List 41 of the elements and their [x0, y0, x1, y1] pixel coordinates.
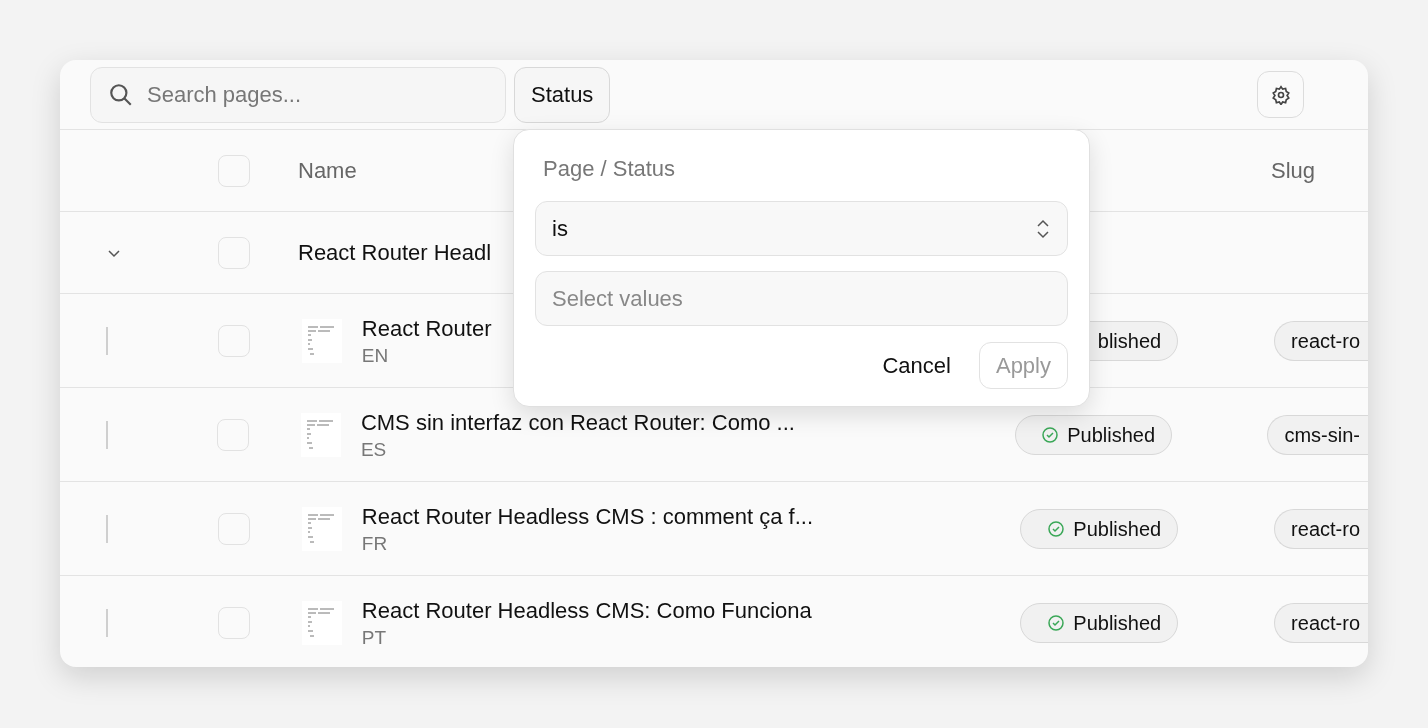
page-title[interactable]: React Router — [361, 313, 492, 344]
settings-icon — [1270, 84, 1291, 105]
slug-tag: cms-sin- — [1267, 414, 1368, 455]
search-field[interactable]: Search pages... — [90, 66, 506, 123]
tree-line — [105, 609, 108, 637]
check-circle-icon — [1047, 614, 1066, 632]
checkbox[interactable] — [217, 607, 250, 639]
checkbox[interactable] — [217, 324, 250, 357]
settings-button[interactable] — [1257, 71, 1304, 118]
language-code: EN — [361, 343, 390, 368]
slug-tag: react-ro — [1274, 320, 1368, 361]
slug-tag: react-ro — [1274, 508, 1368, 549]
status-badge: Published — [1015, 414, 1173, 455]
tree-line — [105, 514, 108, 543]
chevron-updown-icon — [1035, 217, 1051, 240]
column-header: Name — [298, 158, 357, 183]
operator-select[interactable]: is — [535, 201, 1068, 256]
checkbox[interactable] — [217, 418, 250, 451]
slug-tag: react-ro — [1274, 603, 1368, 643]
page-title[interactable]: CMS sin interfaz con React Router: Como ... — [360, 407, 795, 438]
language-code: PT — [361, 626, 388, 650]
language-code: FR — [361, 531, 389, 556]
status-filter-button[interactable]: Status — [514, 66, 611, 123]
group-title: React Router Headl — [298, 239, 492, 267]
check-circle-icon — [1041, 425, 1060, 444]
status-badge: Published — [1020, 603, 1179, 643]
column-header: Slug — [1271, 157, 1316, 185]
checkbox[interactable] — [217, 512, 250, 545]
tree-line — [105, 326, 108, 355]
check-circle-icon — [1047, 519, 1066, 538]
cancel-button[interactable]: Cancel — [866, 342, 967, 389]
language-code: ES — [360, 437, 388, 462]
search-icon — [108, 81, 134, 108]
tree-line — [105, 420, 108, 449]
checkbox[interactable] — [218, 236, 250, 269]
status-badge: Published — [1020, 508, 1179, 549]
checkbox[interactable] — [218, 154, 250, 187]
popover-title: Page / Status — [542, 155, 677, 183]
page-title[interactable]: React Router Headless CMS : comment ça f... — [361, 501, 814, 532]
values-field[interactable]: Select values — [535, 271, 1068, 326]
page-title[interactable]: React Router Headless CMS: Como Funciona — [361, 596, 812, 626]
